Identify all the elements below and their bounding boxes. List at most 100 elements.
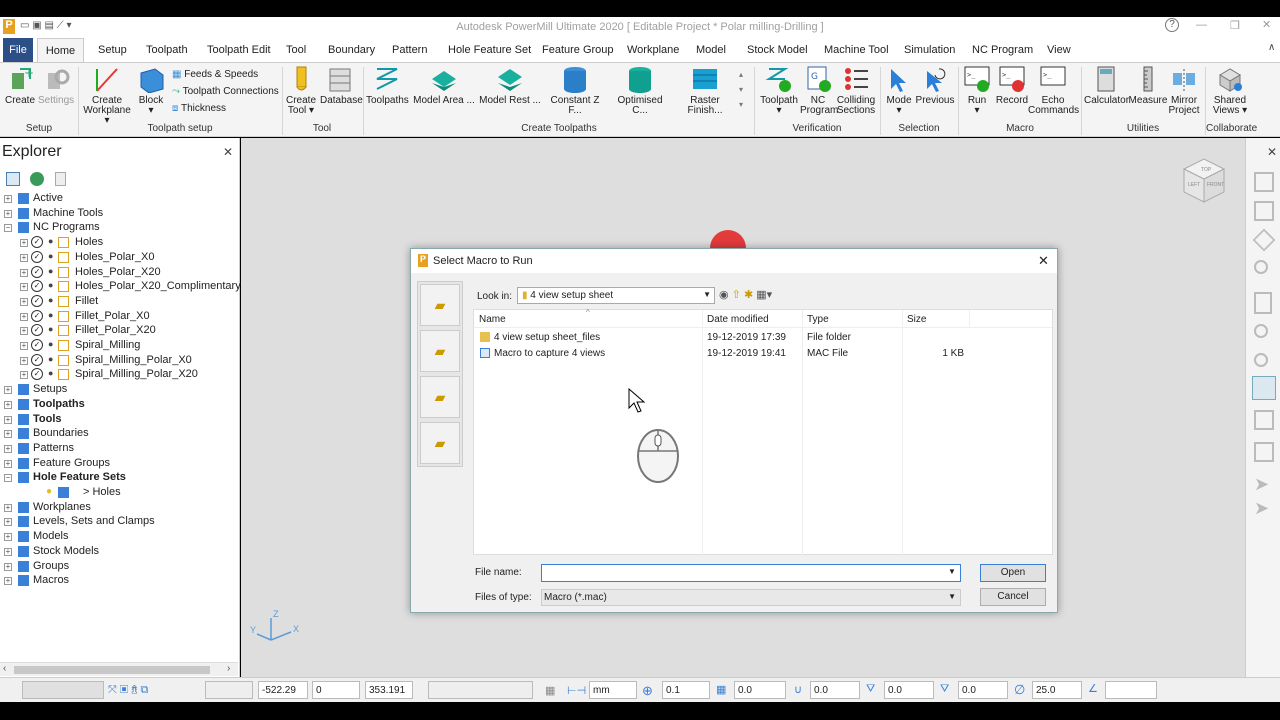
file-row[interactable]: 4 view setup sheet_files 19-12-2019 17:39… [474,330,1052,346]
tab-pattern[interactable]: Pattern [392,44,427,56]
new-folder-icon[interactable]: ✱ [744,289,753,301]
filter-field[interactable]: 0.0 [884,681,934,699]
expand-toggle-icon[interactable]: + [4,444,12,453]
check-icon[interactable]: ✓ [31,368,43,381]
record-macro-button[interactable]: >_ Record [994,65,1030,106]
run-macro-button[interactable]: >_ Run ▾ [962,65,992,116]
tab-stock-model[interactable]: Stock Model [747,44,808,56]
create-workplane-button[interactable]: Create Workplane ▾ [80,65,134,126]
explorer-item[interactable]: + Toolpaths [0,398,238,412]
view-top-icon[interactable] [1252,228,1276,252]
expand-toggle-icon[interactable]: + [4,400,12,409]
thickness-button[interactable]: ⧈ Thickness [172,103,226,114]
block-button[interactable]: Block ▾ [136,65,166,116]
check-icon[interactable]: ✓ [31,250,43,263]
constant-z-button[interactable]: Constant Z F... [544,65,606,116]
optimised-button[interactable]: Optimised C... [609,65,671,116]
explorer-item[interactable]: + Feature Groups [0,457,238,471]
toolpath-connections-button[interactable]: ⤳ Toolpath Connections [172,86,279,97]
tab-setup[interactable]: Setup [98,44,127,56]
scroll-right-icon[interactable]: › [227,663,230,674]
view-menu-icon[interactable]: ▦▾ [756,289,772,301]
expand-toggle-icon[interactable]: − [4,224,12,233]
explorer-item[interactable]: − NC Programs [0,221,238,235]
measure-button[interactable]: Measure [1128,65,1168,106]
file-name-dropdown-icon[interactable]: ▼ [948,567,956,576]
nav-toolbar[interactable]: ◉ ⇧ ✱ ▦▾ [719,288,772,301]
light-bulb-icon[interactable]: ● [48,354,53,364]
expand-toggle-icon[interactable]: + [20,327,28,336]
expand-toggle-icon[interactable]: + [4,209,12,218]
tab-file[interactable]: File [3,38,33,62]
select-cursor-icon[interactable]: ➤ [1254,474,1269,495]
zoom-in-icon[interactable] [1254,324,1268,338]
col-name[interactable]: Name [479,314,506,325]
back-icon[interactable]: ◉ [719,289,729,301]
units-field[interactable]: mm [589,681,637,699]
shaded-view-icon[interactable] [1252,376,1276,400]
raster-finish-button[interactable]: Raster Finish... [674,65,736,116]
explorer-item[interactable]: ✓ ● + Holes_Polar_X20_Complimentary_An [0,280,260,294]
minimize-button[interactable]: — [1196,19,1207,31]
light-bulb-icon[interactable]: ● [48,368,53,378]
check-icon[interactable]: ✓ [31,353,43,366]
place-recent-icon[interactable]: ▰ [420,284,460,326]
mirror-project-button[interactable]: Mirror Project [1166,65,1202,116]
expand-toggle-icon[interactable]: + [20,268,28,277]
expand-toggle-icon[interactable]: + [4,386,12,395]
explorer-item[interactable]: ✓ ● + Fillet_Polar_X20 [0,324,238,338]
place-desktop-icon[interactable]: ▰ [420,330,460,372]
expand-toggle-icon[interactable]: + [20,239,28,248]
check-icon[interactable]: ✓ [31,324,43,337]
explorer-item[interactable]: + Machine Tools [0,207,238,221]
expand-toggle-icon[interactable]: − [4,474,12,483]
viewcube[interactable]: TOP LEFT FRONT [1179,154,1229,204]
expand-toggle-icon[interactable]: + [20,253,28,262]
light-bulb-icon[interactable]: ● [48,295,53,305]
light-bulb-icon[interactable]: ● [48,280,53,290]
calculator-button[interactable]: Calculator [1084,65,1129,106]
expand-toggle-icon[interactable]: + [20,283,28,292]
check-icon[interactable]: ✓ [31,265,43,278]
page-icon[interactable] [1254,292,1272,314]
light-bulb-icon[interactable]: ● [46,486,52,497]
look-in-dropdown[interactable]: ▮ 4 view setup sheet ▼ [517,287,715,304]
globe-icon[interactable] [30,172,44,186]
nc-program-button[interactable]: G NC Program [800,65,838,116]
open-button[interactable]: Open [980,564,1046,582]
tab-nc-program[interactable]: NC Program [972,44,1033,56]
cancel-button[interactable]: Cancel [980,588,1046,606]
expand-toggle-icon[interactable]: + [20,356,28,365]
explorer-item[interactable]: ●+> Holes [0,486,238,500]
light-bulb-icon[interactable]: ● [48,236,53,246]
expand-toggle-icon[interactable]: + [4,195,12,203]
zoom-out-icon[interactable] [1254,353,1268,367]
explorer-item[interactable]: + Stock Models [0,545,238,559]
echo-commands-button[interactable]: >_ Echo Commands [1028,65,1079,116]
collapse-ribbon-icon[interactable]: ∧ [1268,42,1275,53]
explorer-item[interactable]: + Macros [0,574,238,588]
tree-view-icon[interactable] [6,172,20,186]
angle-field[interactable] [1105,681,1157,699]
mode-button[interactable]: Mode ▾ [883,65,915,116]
tab-simulation[interactable]: Simulation [904,44,955,56]
explorer-item[interactable]: ✓ ● + Spiral_Milling [0,339,238,353]
create-button[interactable]: + Create [4,65,36,106]
tool-field[interactable]: 0.0 [810,681,860,699]
check-icon[interactable]: ✓ [31,236,43,249]
check-icon[interactable]: ✓ [31,280,43,293]
filter2-field[interactable]: 0.0 [958,681,1008,699]
tab-toolpath-edit[interactable]: Toolpath Edit [207,44,271,56]
scroll-left-icon[interactable]: ‹ [3,663,6,674]
box-select-icon[interactable]: ➤ [1254,498,1269,519]
feeds-speeds-button[interactable]: ▦ Feeds & Speeds [172,69,258,80]
explorer-item[interactable]: + Workplanes [0,501,238,515]
previous-button[interactable]: Previous [915,65,955,106]
diameter-field[interactable]: 25.0 [1032,681,1082,699]
file-row[interactable]: Macro to capture 4 views 19-12-2019 19:41… [474,346,1052,362]
coord-y[interactable]: 0 [312,681,360,699]
expand-toggle-icon[interactable]: + [20,312,28,321]
check-icon[interactable]: ✓ [31,294,43,307]
close-toolbar-icon[interactable]: ✕ [1267,145,1277,159]
tab-toolpath[interactable]: Toolpath [146,44,188,56]
